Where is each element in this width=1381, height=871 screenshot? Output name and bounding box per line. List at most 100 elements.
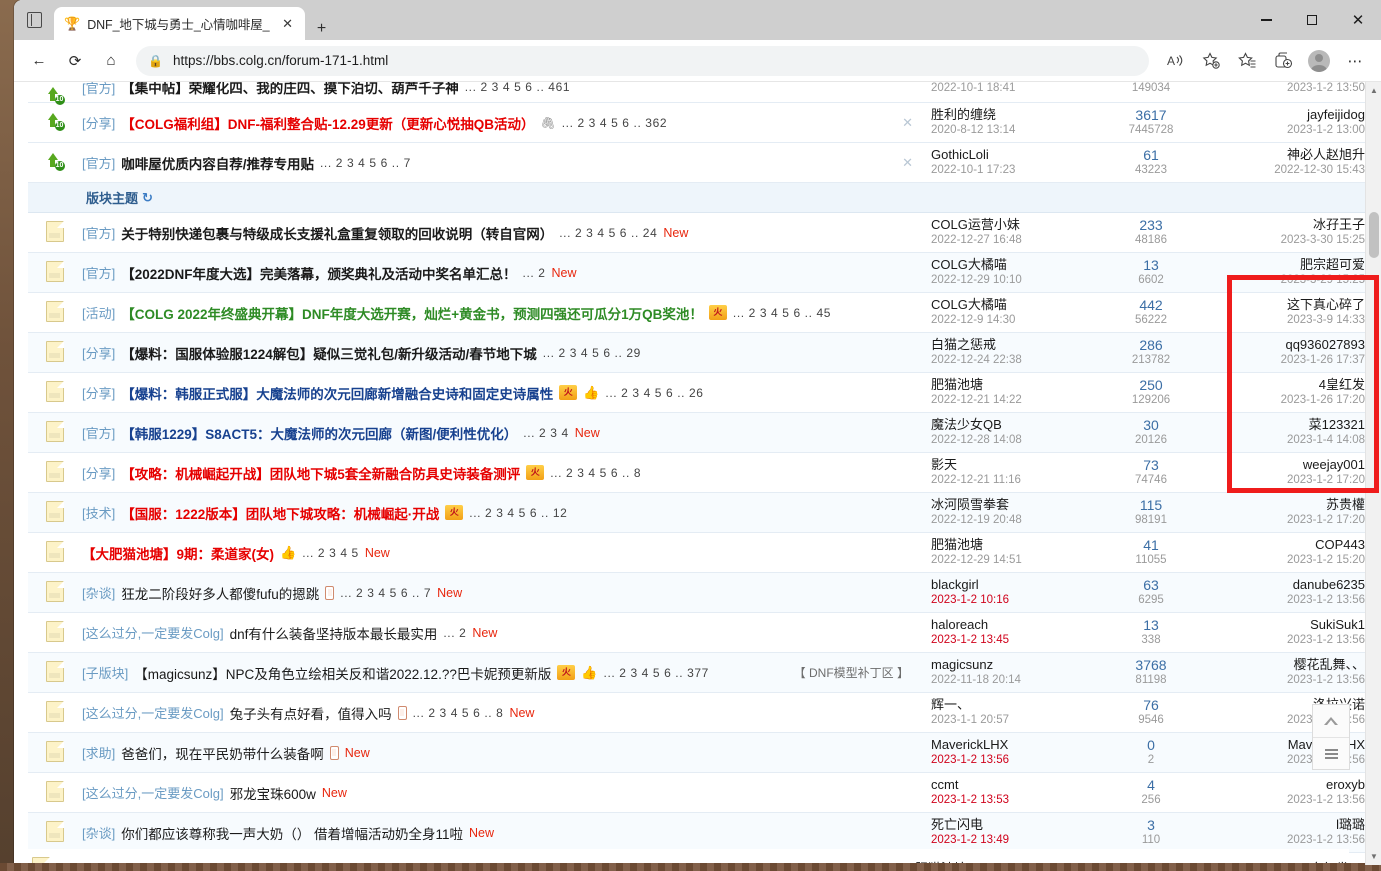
author-name[interactable]: COLG大橘喵 [931,257,1099,273]
thread-pages[interactable]: ... 2 3 4 5 6 .. 8 [413,706,504,720]
lastpost-date[interactable]: 2023-1-2 13:56 [1203,793,1365,808]
author-name[interactable]: 冰河陨雪拳套 [931,497,1099,513]
thread-title-link[interactable]: 【集中帖】荣耀化四、我的庄四、摸下泊切、葫芦千子神 [121,82,459,97]
scroll-to-top-button[interactable] [1313,705,1349,737]
lastpost-user[interactable]: SukiSuk1 [1203,617,1365,633]
lastpost-date[interactable]: 2023-1-2 13:56 [1203,633,1365,648]
lastpost-user[interactable]: 苏贵權 [1203,497,1365,513]
thread-title-link[interactable]: 【COLG福利组】DNF-福利整合贴-12.29更新（更新心悦抽QB活动） [121,113,534,133]
author-name[interactable]: 肥猫池塘 [931,377,1099,393]
lastpost-date[interactable]: 2023-1-2 13:56 [1203,593,1365,608]
table-row[interactable]: [分享] 【攻略：机械崛起开战】团队地下城5套全新融合防具史诗装备测评 火 ..… [28,453,1365,493]
lastpost-user[interactable]: 菜123321 [1203,417,1365,433]
thread-title-link[interactable]: 【爆料：国服体验服1224解包】疑似三觉礼包/新升级活动/春节地下城 [121,343,537,363]
lastpost-date[interactable]: 2023-1-2 15:20 [1203,553,1365,568]
thread-prefix[interactable]: [分享] [82,113,115,132]
close-icon[interactable]: ✕ [902,115,931,131]
thread-pages[interactable]: ... 2 3 4 5 6 .. 7 [320,156,411,170]
thread-title-link[interactable]: 关于特别快递包裹与特级成长支援礼盒重复领取的回收说明（转自官网） [121,223,553,243]
close-icon[interactable]: ✕ [277,13,299,35]
lastpost-user[interactable]: jayfeijidog [1203,107,1365,123]
lastpost-date[interactable]: 2023-1-2 13:56 [1203,833,1365,848]
table-row[interactable]: [分享] 【爆料：韩服正式服】大魔法师的次元回廊新增融合史诗和固定史诗属性 火 … [28,373,1365,413]
thread-prefix[interactable]: [子版块] [82,663,128,682]
thread-prefix[interactable]: [技术] [82,503,115,522]
add-favorite-icon[interactable] [1193,45,1229,77]
window-close-button[interactable]: ✕ [1335,0,1381,40]
thread-pages[interactable]: ... 2 3 4 5 [302,546,359,560]
thread-pages[interactable]: ... 2 3 4 5 6 .. 8 [550,466,641,480]
thread-prefix[interactable]: [分享] [82,343,115,362]
thread-prefix[interactable]: [官方] [82,223,115,242]
thread-pages[interactable]: ... 2 3 4 5 6 .. 29 [543,346,641,360]
close-icon[interactable]: ✕ [902,155,931,171]
author-name[interactable]: 肥猫池塘 [931,537,1099,553]
browser-tab[interactable]: 🏆 DNF_地下城与勇士_心情咖啡屋_ ✕ [54,7,305,40]
table-row[interactable]: [杂谈] 你们都应该尊称我一声大奶（） 借着增幅活动奶全身11啦 New 死亡闪… [28,812,1365,853]
favorites-icon[interactable] [1229,45,1265,77]
thread-pages[interactable]: ... 2 3 4 5 6 .. 461 [465,82,570,94]
author-name[interactable]: 白猫之惩戒 [931,337,1099,353]
table-row[interactable]: [这么过分,一定要发Colg] 邪龙宝珠600w New ccmt 2023-1… [28,773,1365,813]
lastpost-user[interactable]: qq936027893 [1203,337,1365,353]
lastpost-user[interactable]: 樱花乱舞、、 [1203,657,1365,673]
thread-title-link[interactable]: 爸爸们，现在平民奶带什么装备啊 [121,743,324,763]
thread-title-link[interactable]: 【国服：1222版本】团队地下城攻略：机械崛起·开战 [121,503,439,523]
lastpost-user[interactable]: l璐璐 [1203,817,1365,833]
table-row[interactable]: 10 [分享] 【COLG福利组】DNF-福利整合贴-12.29更新（更新心悦抽… [28,103,1365,143]
thread-title-link[interactable]: 【大肥猫池塘】9期：柔道家(女) [82,543,274,563]
read-aloud-icon[interactable]: A [1157,45,1193,77]
lastpost-date[interactable]: 2022-12-30 15:43 [1203,163,1365,178]
lastpost-date[interactable]: 2023-3-30 15:25 [1203,233,1365,248]
author-name[interactable]: 胜利的缠绕 [931,107,1099,123]
lastpost-user[interactable]: 冰孖王子 [1203,217,1365,233]
table-row[interactable]: 【大肥猫池塘】9期：柔道家(女) 👍 ... 2 3 4 5 New 肥猫池塘 … [28,533,1365,573]
thread-prefix[interactable]: [分享] [82,383,115,402]
thread-pages[interactable]: ... 2 [443,626,466,640]
lastpost-user[interactable]: 4皇红发 [1203,377,1365,393]
thread-prefix[interactable]: [官方] [82,82,115,97]
thread-pages[interactable]: ... 2 3 4 [523,426,568,440]
more-options-icon[interactable]: ⋯ [1337,45,1373,77]
table-row[interactable]: [求助] 爸爸们，现在平民奶带什么装备啊 New MaverickLHX 202… [28,732,1365,773]
home-icon[interactable]: ⌂ [94,45,128,77]
author-name[interactable]: COLG大橘喵 [931,297,1099,313]
page-scrollbar[interactable]: ▲ ▼ [1365,82,1381,865]
thread-title-link[interactable]: 兔子头有点好看，值得入吗 [230,703,392,723]
table-row[interactable]: [杂谈] 狂龙二阶段好多人都傻fufu的摁跳 ... 2 3 4 5 6 .. … [28,572,1365,613]
thread-title-link[interactable]: 邪龙宝珠600w [230,783,316,803]
lastpost-date[interactable]: 2023-1-4 14:08 [1203,433,1365,448]
thread-prefix[interactable]: [这么过分,一定要发Colg] [82,623,224,642]
thread-pages[interactable]: ... 2 3 4 5 6 .. 26 [605,386,703,400]
lastpost-date[interactable]: 2023-1-26 17:37 [1203,353,1365,368]
lastpost-date[interactable]: 2023-1-2 17:20 [1203,473,1365,488]
profile-avatar[interactable] [1301,45,1337,77]
author-name[interactable]: COLG运营小妹 [931,217,1099,233]
thread-prefix[interactable]: [这么过分,一定要发Colg] [82,783,224,802]
thread-title-link[interactable]: 咖啡屋优质内容自荐/推荐专用贴 [121,153,314,173]
thread-prefix[interactable]: [分享] [82,463,115,482]
thread-title-link[interactable]: 【2022DNF年度大选】完美落幕，颁奖典礼及活动中奖名单汇总！ [121,263,516,283]
table-row[interactable]: [官方] 【韩服1229】S8ACT5：大魔法师的次元回廊（新图/便利性优化） … [28,412,1365,453]
back-icon[interactable]: ← [22,45,56,77]
author-name[interactable]: GothicLoli [931,147,1099,163]
lastpost-user[interactable]: danube6235 [1203,577,1365,593]
thread-prefix[interactable]: [活动] [82,303,115,322]
lastpost-date[interactable]: 2023-1-26 17:20 [1203,393,1365,408]
thread-title-link[interactable]: 【攻略：机械崛起开战】团队地下城5套全新融合防具史诗装备测评 [121,463,520,483]
scrollbar-thumb[interactable] [1369,212,1379,258]
post-list-button[interactable] [1313,737,1349,769]
thread-title-link[interactable]: 狂龙二阶段好多人都傻fufu的摁跳 [121,583,319,603]
author-name[interactable]: magicsunz [931,657,1099,673]
author-name[interactable]: 辉一、 [931,697,1099,713]
thread-title-link[interactable]: 【magicsunz】NPC及角色立绘相关反和谐2022.12.??巴卡妮预更新… [134,663,551,683]
thread-title-link[interactable]: 【韩服1229】S8ACT5：大魔法师的次元回廊（新图/便利性优化） [121,423,517,443]
thread-prefix[interactable]: [求助] [82,743,115,762]
table-row[interactable]: [这么过分,一定要发Colg] 兔子头有点好看，值得入吗 ... 2 3 4 5… [28,693,1365,733]
scroll-down-arrow[interactable]: ▼ [1366,848,1381,865]
author-name[interactable]: haloreach [931,617,1099,633]
refresh-icon[interactable]: ↻ [142,190,153,206]
address-bar[interactable]: 🔒 https://bbs.colg.cn/forum-171-1.html [136,45,1149,76]
collections-icon[interactable] [1265,45,1301,77]
thread-prefix[interactable]: [杂谈] [82,823,115,842]
